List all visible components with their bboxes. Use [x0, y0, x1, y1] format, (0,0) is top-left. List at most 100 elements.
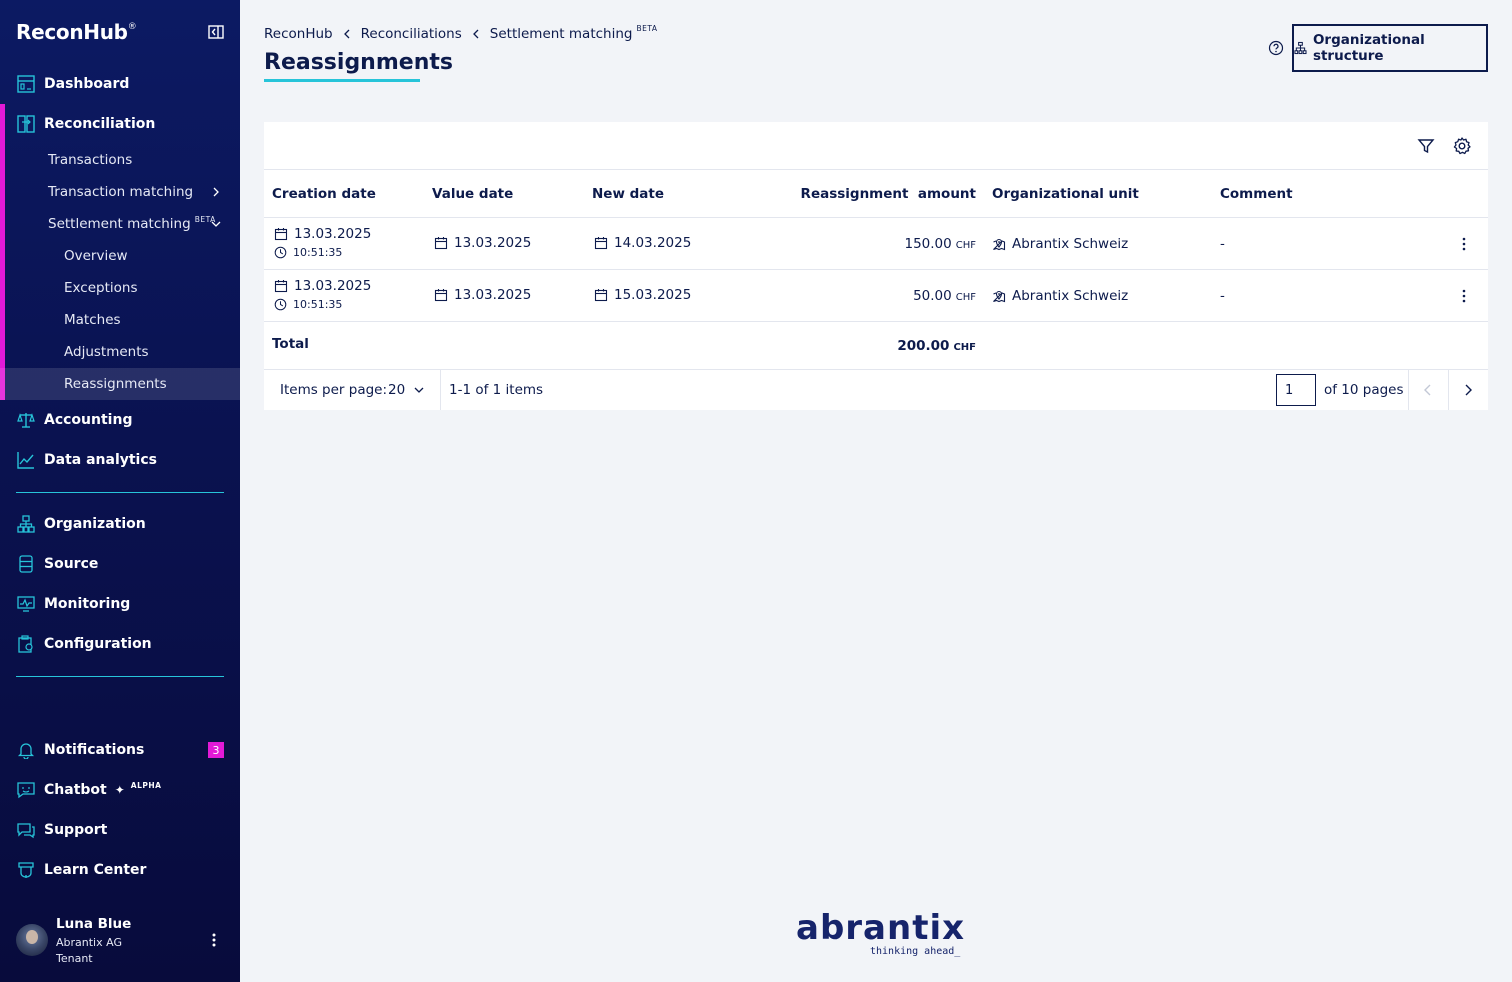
sidebar-item-learn-center[interactable]: Learn Center — [0, 850, 240, 890]
calendar-icon — [594, 237, 608, 250]
column-header-organizational-unit[interactable]: Organizational unit — [992, 186, 1139, 202]
column-header-creation-date[interactable]: Creation date — [272, 186, 376, 202]
sidebar-subitem-exceptions[interactable]: Exceptions — [0, 272, 240, 304]
creation-time-cell: 10:51:35 — [274, 246, 342, 259]
breadcrumb-item[interactable]: Reconciliations — [361, 26, 462, 42]
date-text: 13.03.2025 — [294, 278, 372, 294]
sidebar-item-source[interactable]: Source — [0, 544, 240, 584]
organizational-structure-button[interactable]: Organizational structure — [1292, 24, 1488, 72]
column-header-comment[interactable]: Comment — [1220, 186, 1293, 202]
sidebar-item-configuration[interactable]: Configuration — [0, 624, 240, 664]
filter-icon[interactable] — [1416, 136, 1436, 156]
items-per-page-select[interactable]: 20 — [388, 376, 425, 404]
avatar — [16, 924, 48, 956]
sidebar-item-data-analytics[interactable]: Data analytics — [0, 440, 240, 480]
page-title: Reassignments — [264, 50, 453, 75]
sidebar-item-label: Organization — [44, 516, 146, 532]
amount-cell: 50.00 CHF — [796, 288, 976, 304]
calendar-icon — [594, 289, 608, 302]
sidebar-item-label: Data analytics — [44, 452, 157, 468]
sidebar-item-reconciliation[interactable]: Reconciliation — [0, 104, 240, 144]
sidebar-item-dashboard[interactable]: Dashboard — [0, 64, 240, 104]
sidebar-item-organization[interactable]: Organization — [0, 504, 240, 544]
calendar-icon — [434, 237, 448, 250]
date-text: 13.03.2025 — [294, 226, 372, 242]
sidebar-item-notifications[interactable]: Notifications — [0, 730, 240, 770]
time-text: 10:51:35 — [293, 298, 343, 311]
subitem-label: Transaction matching — [48, 184, 194, 200]
clock-icon — [274, 298, 287, 311]
column-header-value-date[interactable]: Value date — [432, 186, 513, 202]
pagination: Items per page: 20 1-1 of 1 items 1 of 1… — [264, 370, 1488, 410]
sidebar-item-label: Learn Center — [44, 862, 147, 878]
page-number-input[interactable]: 1 — [1276, 374, 1316, 406]
sidebar-item-label: Monitoring — [44, 596, 131, 612]
chevron-left-icon — [472, 29, 479, 39]
sidebar-subitem-settlement-matching[interactable]: Settlement matching BETA — [0, 208, 240, 240]
learn-icon — [16, 860, 36, 880]
org-unit-text: Abrantix Schweiz — [1012, 236, 1129, 252]
sidebar-subitem-matches[interactable]: Matches — [0, 304, 240, 336]
bell-icon — [16, 740, 36, 760]
sidebar-subitem-reassignments[interactable]: Reassignments — [0, 368, 240, 400]
more-vertical-icon[interactable] — [1456, 236, 1472, 252]
sidebar-subitem-adjustments[interactable]: Adjustments — [0, 336, 240, 368]
subitem-label: Reassignments — [64, 376, 167, 392]
chat-bot-icon — [16, 780, 36, 800]
chevron-left-icon — [343, 29, 350, 39]
sidebar: ReconHub® Dashboard Reconciliation Trans… — [0, 0, 240, 982]
gear-icon[interactable] — [1452, 136, 1472, 156]
items-per-page-label: Items per page: — [280, 382, 388, 398]
reassignments-table: Creation date Value date New date Reassi… — [264, 122, 1488, 410]
divider — [1408, 370, 1409, 410]
next-page-icon[interactable] — [1462, 383, 1474, 397]
total-label: Total — [272, 336, 309, 352]
column-header-new-date[interactable]: New date — [592, 186, 664, 202]
total-pages: of 10 pages — [1324, 382, 1404, 398]
sidebar-item-monitoring[interactable]: Monitoring — [0, 584, 240, 624]
sidebar-item-label: Chatbot — [44, 782, 107, 798]
org-unit-cell: Abrantix Schweiz — [992, 288, 1128, 304]
sidebar-subitem-transactions[interactable]: Transactions — [0, 144, 240, 176]
amount-value: 150.00 — [904, 236, 952, 252]
creation-time-cell: 10:51:35 — [274, 298, 342, 311]
column-header-reassignment-amount[interactable]: Reassignment amount — [796, 186, 976, 202]
value-date-cell: 13.03.2025 — [434, 235, 531, 251]
currency: CHF — [955, 240, 976, 251]
currency: CHF — [953, 342, 976, 353]
comment-cell: - — [1220, 288, 1225, 304]
sidebar-subitem-transaction-matching[interactable]: Transaction matching — [0, 176, 240, 208]
sidebar-item-chatbot[interactable]: Chatbot ✦ ALPHA — [0, 770, 240, 810]
chevron-down-icon — [414, 387, 424, 393]
breadcrumb-item[interactable]: ReconHub — [264, 26, 333, 42]
logo-tagline: thinking ahead_ — [870, 946, 961, 957]
more-vertical-icon[interactable] — [208, 932, 220, 948]
sidebar-item-label: Accounting — [44, 412, 133, 428]
breadcrumb-item[interactable]: Settlement matching — [490, 26, 633, 42]
sidebar-item-label: Reconciliation — [44, 116, 156, 132]
amount-value: 50.00 — [913, 288, 952, 304]
amount-cell: 150.00 CHF — [796, 236, 976, 252]
total-amount: 200.00 CHF — [796, 338, 976, 354]
user-organization: Abrantix AG — [56, 936, 122, 949]
sidebar-item-support[interactable]: Support — [0, 810, 240, 850]
sidebar-item-accounting[interactable]: Accounting — [0, 400, 240, 440]
clock-icon — [274, 246, 287, 259]
divider — [264, 321, 1488, 322]
button-label: Organizational structure — [1312, 32, 1425, 64]
items-range: 1-1 of 1 items — [449, 382, 544, 398]
collapse-sidebar-icon[interactable] — [208, 25, 224, 39]
user-profile[interactable]: Luna Blue Abrantix AG Tenant — [16, 912, 224, 968]
app-logo[interactable]: ReconHub® — [16, 20, 137, 44]
beta-tag: BETA — [636, 23, 658, 33]
divider — [264, 269, 1488, 270]
calendar-icon — [434, 289, 448, 302]
divider — [264, 169, 1488, 170]
divider — [1448, 370, 1449, 410]
more-vertical-icon[interactable] — [1456, 288, 1472, 304]
help-icon[interactable] — [1268, 40, 1284, 56]
divider — [264, 217, 1488, 218]
previous-page-icon[interactable] — [1422, 383, 1434, 397]
abrantix-logo: abrantix thinking ahead_ — [796, 908, 966, 964]
sidebar-subitem-overview[interactable]: Overview — [0, 240, 240, 272]
